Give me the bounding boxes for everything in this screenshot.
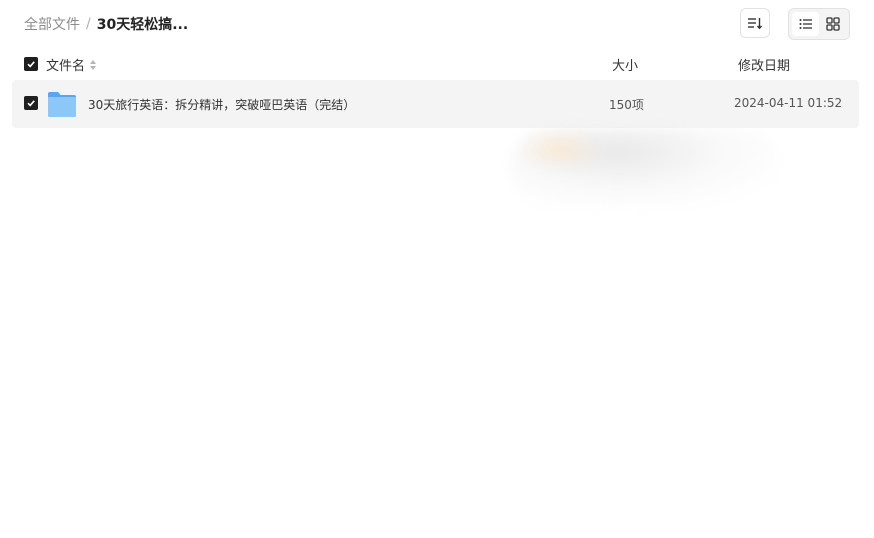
breadcrumb-root-link[interactable]: 全部文件 [24,14,80,34]
file-size: 150项 [609,98,644,112]
column-header-modified[interactable]: 修改日期 [738,55,790,74]
list-view-icon [799,19,812,29]
column-header-name-label: 文件名 [46,59,86,74]
breadcrumb: 全部文件 / 30天轻松搞... [24,14,188,34]
sort-toggle-icon [90,59,97,70]
sort-button[interactable] [740,8,770,38]
drag-ghost-highlight [520,130,600,170]
file-browser: 全部文件 / 30天轻松搞... 文件名 大小 修改日期 30天旅行英语：拆分精… [0,0,874,538]
grid-view-icon [825,17,840,31]
view-toggle [788,8,850,40]
folder-icon [48,92,76,117]
column-header-size[interactable]: 大小 [612,55,638,74]
column-header-name[interactable]: 文件名 [46,55,97,74]
file-name[interactable]: 30天旅行英语：拆分精讲，突破哑巴英语（完结） [88,96,355,113]
list-view-button[interactable] [792,12,819,36]
breadcrumb-separator: / [86,16,91,32]
breadcrumb-current: 30天轻松搞... [96,17,189,33]
sort-icon [748,18,763,30]
grid-view-button[interactable] [819,12,846,36]
row-checkbox[interactable] [24,96,38,110]
select-all-checkbox[interactable] [24,57,38,71]
check-icon [27,61,35,68]
check-icon [27,100,35,107]
file-modified-date: 2024-04-11 01:52 [734,96,843,110]
table-row[interactable]: 30天旅行英语：拆分精讲，突破哑巴英语（完结） 150项 2024-04-11 … [12,80,859,128]
table-header: 文件名 大小 修改日期 [0,52,874,76]
